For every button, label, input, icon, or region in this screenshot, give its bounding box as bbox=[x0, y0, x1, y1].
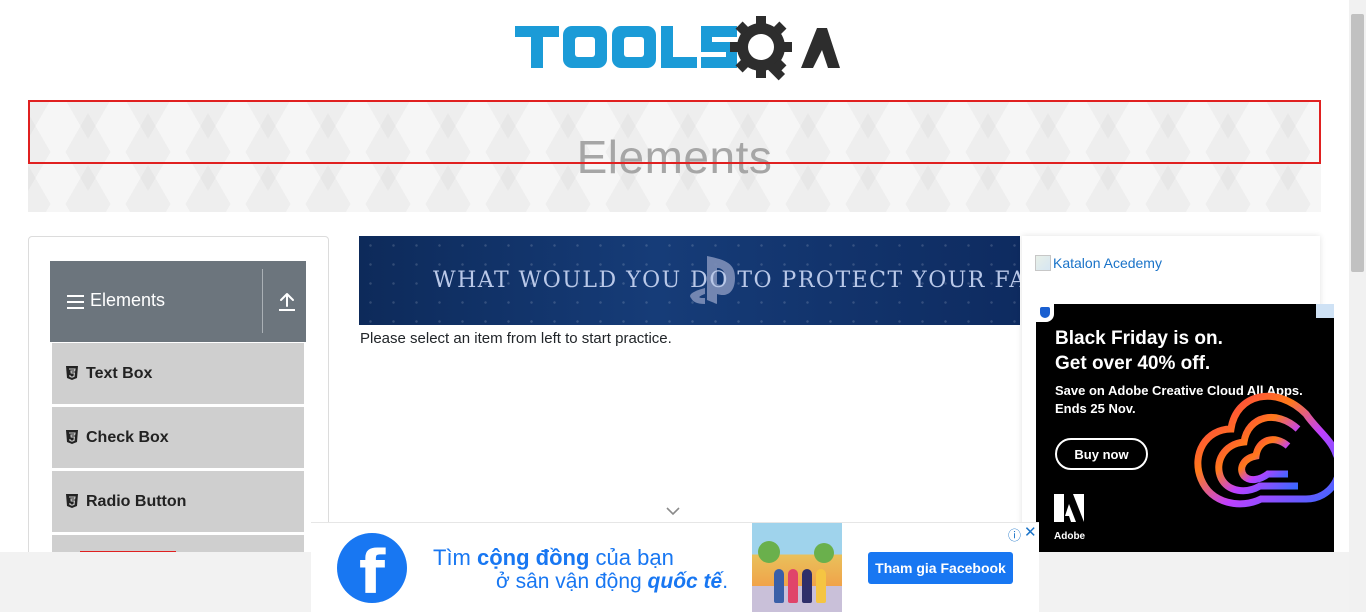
scrollbar-thumb[interactable] bbox=[1351, 14, 1364, 272]
sidebar-item-text-box[interactable]: Text Box bbox=[52, 343, 304, 404]
sidebar-item-label: Text Box bbox=[86, 365, 153, 382]
ad-info-icon[interactable]: ⓘ bbox=[1008, 525, 1021, 544]
html5-icon bbox=[66, 430, 78, 444]
creative-cloud-logo-icon bbox=[1194, 392, 1334, 508]
adobe-headline-line2: Get over 40% off. bbox=[1055, 353, 1211, 374]
adobe-logo-icon bbox=[1054, 494, 1084, 522]
header-divider bbox=[262, 269, 263, 333]
page: Elements Elements Text Box Check Box Rad… bbox=[0, 0, 1366, 612]
broken-image-icon bbox=[1035, 255, 1051, 271]
person-shape bbox=[802, 569, 812, 603]
ad-slogan: WHAT WOULD YOU DO TO PROTECT YOUR FAMILY… bbox=[433, 268, 1020, 293]
sidebar-group-elements[interactable]: Elements bbox=[50, 261, 306, 342]
fb-ad-line1: Tìm cộng đồng của bạn bbox=[433, 545, 674, 570]
adobe-ad[interactable]: Black Friday is on. Get over 40% off. Sa… bbox=[1036, 304, 1334, 552]
sidebar-item-label: Check Box bbox=[86, 429, 169, 446]
vertical-scrollbar[interactable] bbox=[1349, 0, 1366, 612]
join-facebook-button[interactable]: Tham gia Facebook bbox=[868, 552, 1013, 584]
playstation-ad-banner[interactable]: WHAT WOULD YOU DO TO PROTECT YOUR FAMILY… bbox=[359, 236, 1020, 325]
intro-text: Please select an item from left to start… bbox=[360, 330, 672, 347]
tree-shape bbox=[814, 543, 834, 563]
adobe-headline-line1: Black Friday is on. bbox=[1055, 328, 1223, 349]
sidebar-item-radio-button[interactable]: Radio Button bbox=[52, 471, 304, 532]
katalon-academy-link[interactable]: Katalon Acedemy bbox=[1035, 255, 1162, 271]
ad-choices-icon[interactable] bbox=[1036, 304, 1054, 322]
fb-ad-line2: ở sân vận động quốc tế. bbox=[496, 570, 729, 593]
fb-ad-illustration bbox=[752, 523, 842, 612]
left-panel: Elements Text Box Check Box Radio Button bbox=[28, 236, 329, 566]
buy-now-button[interactable]: Buy now bbox=[1055, 438, 1148, 470]
sidebar-item-label: Radio Button bbox=[86, 493, 187, 510]
banner-highlight-outline bbox=[28, 100, 1321, 164]
person-shape bbox=[788, 569, 798, 603]
katalon-link-text: Katalon Acedemy bbox=[1053, 255, 1162, 271]
person-shape bbox=[816, 569, 826, 603]
html5-icon bbox=[66, 366, 78, 380]
adobe-brand-name: Adobe bbox=[1054, 531, 1086, 542]
adobe-headline: Black Friday is on. Get over 40% off. bbox=[1055, 326, 1223, 376]
facebook-logo-icon: f bbox=[337, 533, 407, 603]
chevron-down-icon[interactable] bbox=[664, 505, 682, 517]
collapse-upload-icon[interactable] bbox=[276, 291, 298, 313]
ad-corner-marker bbox=[1316, 304, 1334, 318]
facebook-ad[interactable]: f Tìm cộng đồng của bạn ở sân vận động q… bbox=[311, 522, 1039, 612]
hamburger-icon bbox=[67, 295, 84, 309]
sidebar-item-check-box[interactable]: Check Box bbox=[52, 407, 304, 468]
toolsqa-logo-icon bbox=[515, 16, 840, 81]
toolsqa-logo[interactable] bbox=[515, 16, 840, 90]
tree-shape bbox=[758, 541, 780, 563]
html5-icon bbox=[66, 494, 78, 508]
adobe-brand: Adobe bbox=[1054, 494, 1086, 542]
sidebar-group-label: Elements bbox=[90, 290, 166, 310]
person-shape bbox=[774, 569, 784, 603]
ad-close-icon[interactable]: ✕ bbox=[1024, 523, 1037, 541]
